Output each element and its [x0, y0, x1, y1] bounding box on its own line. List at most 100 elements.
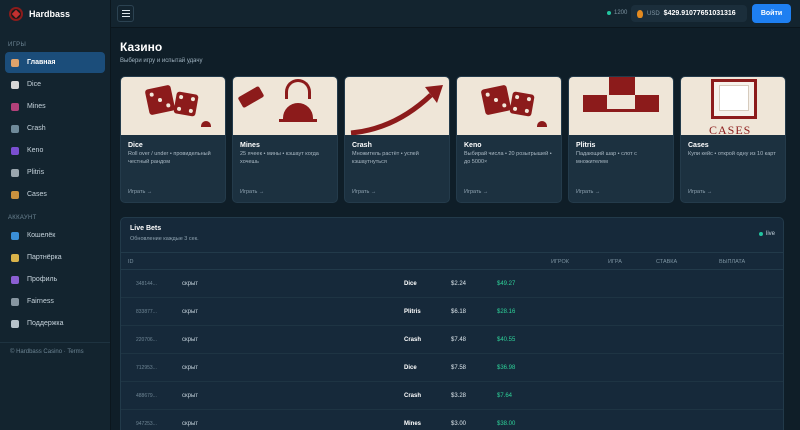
target-icon: [11, 146, 19, 155]
table-row: 348144... скрыт Dice $2.24 $49.27: [121, 270, 783, 298]
sidebar-item-label: Партнёрка: [27, 254, 62, 261]
chat-icon: [11, 319, 19, 328]
sidebar-footer[interactable]: © Hardbass Casino · Terms: [0, 342, 110, 361]
bet-game: Crash: [404, 337, 422, 343]
table-row: 488679... скрыт Crash $3.28 $7.64: [121, 382, 783, 410]
bet-amount: $2.24: [451, 281, 467, 287]
sidebar-item-user[interactable]: Профиль: [5, 269, 105, 290]
cases-logo-text: CASES: [709, 123, 752, 135]
bet-id: 712953...: [136, 365, 157, 371]
sidebar-item-handshake[interactable]: Партнёрка: [5, 247, 105, 268]
sidebar-item-wallet[interactable]: Кошелёк: [5, 225, 105, 246]
game-card-cases[interactable]: CASES Cases Купи кейс • открой одну из 1…: [680, 76, 786, 203]
bet-id: 833877...: [136, 309, 157, 315]
bet-id: 947253...: [136, 421, 157, 427]
play-link[interactable]: Играть →: [128, 189, 152, 195]
online-dot-icon: [607, 11, 611, 15]
menu-toggle-button[interactable]: [117, 5, 134, 22]
bet-payout: $7.64: [497, 393, 513, 399]
page-title: Казино: [120, 40, 163, 54]
user-icon: [11, 275, 19, 284]
wallet-icon: [11, 231, 19, 240]
sidebar-item-label: Crash: [27, 125, 46, 132]
bet-player: скрыт: [182, 421, 199, 427]
sidebar-section-account: АККАУНТ: [8, 215, 37, 221]
dice-icon: [11, 80, 19, 89]
card-desc: Множитель растёт • успей кэшаутнуться: [352, 151, 419, 165]
sidebar-item-home[interactable]: Главная: [5, 52, 105, 73]
bet-amount: $7.48: [451, 337, 467, 343]
cloche-icon: [283, 103, 313, 119]
games-nav: Главная Dice Mines Crash Keno Plitris Cases: [0, 52, 110, 205]
login-button[interactable]: Войти: [752, 4, 791, 23]
account-nav: Кошелёк Партнёрка Профиль Fairness Поддержка: [0, 225, 110, 334]
balance-amount: $429.91077651031316: [663, 10, 736, 17]
sidebar-item-label: Главная: [27, 59, 56, 66]
card-title: Plitris: [576, 142, 596, 149]
sidebar-item-chat[interactable]: Поддержка: [5, 313, 105, 334]
sidebar: Hardbass ИГРЫ Главная Dice Mines Crash Keno P…: [0, 0, 111, 430]
col-payout: ВЫПЛАТА: [719, 259, 746, 265]
sidebar-item-label: Keno: [27, 147, 44, 154]
handshake-icon: [11, 253, 19, 262]
card-desc: Купи кейс • открой одну из 10 карт: [688, 151, 776, 157]
crash-art: [345, 77, 449, 135]
card-desc: Roll over / under • провидельный честный…: [128, 151, 211, 165]
play-link[interactable]: Играть →: [576, 189, 600, 195]
table-row: 220706... скрыт Crash $7.48 $40.55: [121, 326, 783, 354]
sidebar-item-label: Mines: [27, 103, 46, 110]
sidebar-item-label: Plitris: [27, 169, 45, 176]
bet-payout: $40.55: [497, 337, 516, 343]
bet-amount: $3.00: [451, 421, 467, 427]
page-subtitle: Выбери игру и испытай удачу: [120, 58, 203, 64]
sidebar-item-chart[interactable]: Crash: [5, 118, 105, 139]
card-desc: Падающий шар • слот с множителем: [576, 151, 637, 165]
col-bet: СТАВКА: [656, 259, 678, 265]
cases-art: CASES: [681, 77, 785, 135]
sidebar-item-label: Dice: [27, 81, 42, 88]
game-card-mines[interactable]: Mines 25 ячеек • мины • кэшаут когда хоч…: [232, 76, 338, 203]
play-link[interactable]: Играть →: [240, 189, 264, 195]
card-desc: Выбирай числа • 20 розыгрышей • до 5000×: [464, 151, 552, 165]
die-icon: [480, 84, 512, 116]
sidebar-item-box[interactable]: Cases: [5, 184, 105, 205]
live-label: live: [765, 231, 775, 237]
bet-player: скрыт: [182, 281, 199, 287]
live-bets-panel: Live Bets Обновление каждые 3 сек. live …: [120, 217, 784, 430]
balance-display[interactable]: USD $429.91077651031316: [631, 5, 747, 22]
rising-arrow-icon: [350, 85, 443, 135]
table-row: 947253... скрыт Mines $3.00 $38.00: [121, 410, 783, 430]
sidebar-item-label: Fairness: [27, 298, 54, 305]
card-title: Keno: [464, 142, 482, 149]
bet-id: 220706...: [136, 337, 157, 343]
sidebar-item-scale[interactable]: Fairness: [5, 291, 105, 312]
card-title: Crash: [352, 142, 372, 149]
main-content: Казино Выбери игру и испытай удачу Dice …: [111, 28, 800, 430]
sidebar-item-target[interactable]: Keno: [5, 140, 105, 161]
die-icon: [144, 84, 176, 116]
col-game: ИГРА: [608, 259, 622, 265]
sidebar-item-dice[interactable]: Dice: [5, 74, 105, 95]
play-link[interactable]: Играть →: [688, 189, 712, 195]
sidebar-item-ball[interactable]: Plitris: [5, 162, 105, 183]
sidebar-item-bomb[interactable]: Mines: [5, 96, 105, 117]
play-link[interactable]: Играть →: [464, 189, 488, 195]
box-icon: [11, 190, 19, 199]
game-card-plitris[interactable]: Plitris Падающий шар • слот с множителем…: [568, 76, 674, 203]
bet-player: скрыт: [182, 309, 199, 315]
bet-amount: $6.18: [451, 309, 467, 315]
play-link[interactable]: Играть →: [352, 189, 376, 195]
sidebar-item-label: Кошелёк: [27, 232, 56, 239]
mines-art: [233, 77, 337, 135]
sidebar-item-label: Cases: [27, 191, 47, 198]
game-card-crash[interactable]: Crash Множитель растёт • успей кэшаутнут…: [344, 76, 450, 203]
bet-payout: $28.16: [497, 309, 516, 315]
bet-player: скрыт: [182, 393, 199, 399]
card-title: Mines: [240, 142, 260, 149]
game-card-keno[interactable]: Keno Выбирай числа • 20 розыгрышей • до …: [456, 76, 562, 203]
bet-payout: $49.27: [497, 281, 516, 287]
bet-amount: $3.28: [451, 393, 467, 399]
bet-payout: $38.00: [497, 421, 516, 427]
brand[interactable]: Hardbass: [0, 0, 110, 28]
game-card-dice[interactable]: Dice Roll over / under • провидельный че…: [120, 76, 226, 203]
